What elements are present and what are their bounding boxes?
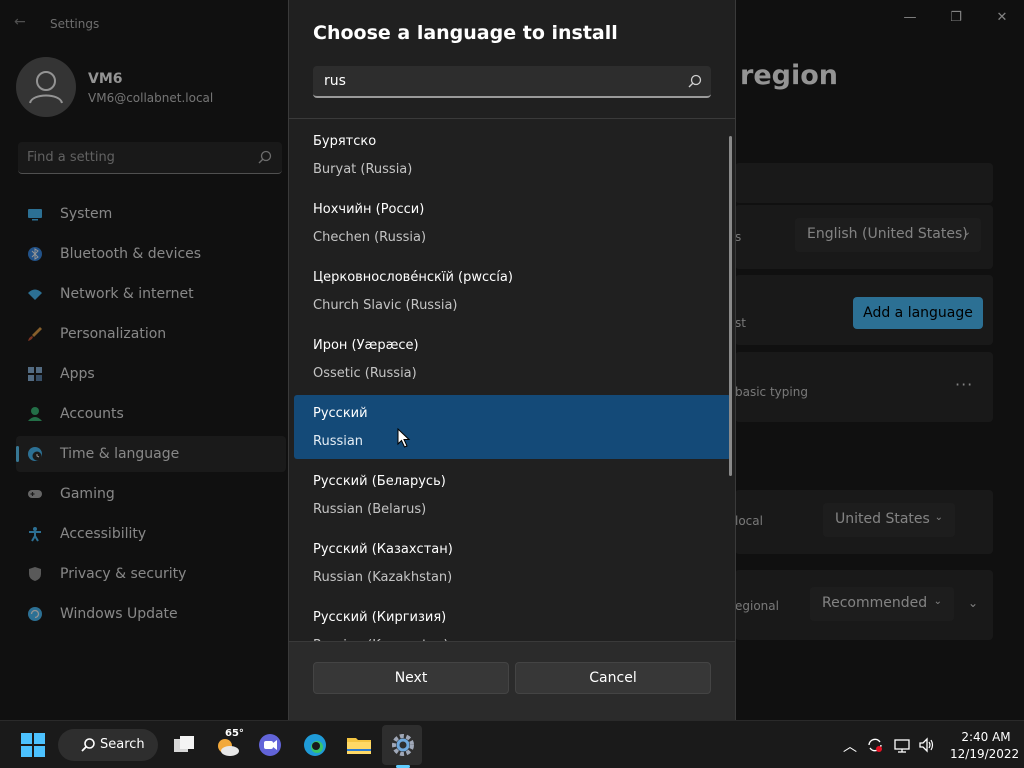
edge-browser-icon[interactable]	[299, 729, 331, 761]
next-button[interactable]: Next	[313, 662, 509, 694]
language-list-item[interactable]: Бурятско Buryat (Russia)	[294, 123, 731, 187]
language-list-item[interactable]: Русский (Казахстан) Russian (Kazakhstan)	[294, 531, 731, 595]
language-native-name: Церковнослове́нскїй (рwссі́а)	[313, 270, 513, 285]
chevron-up-icon[interactable]: ︿	[843, 736, 861, 755]
taskbar-search-button[interactable]: Search	[58, 729, 158, 761]
language-english-name: Church Slavic (Russia)	[313, 298, 458, 313]
chat-icon[interactable]	[254, 729, 286, 761]
search-icon[interactable]	[687, 73, 703, 89]
language-list-item[interactable]: Нохчийн (Росси) Chechen (Russia)	[294, 191, 731, 255]
language-list-item[interactable]: Ирон (Уæрæсе) Ossetic (Russia)	[294, 327, 731, 391]
mouse-cursor-icon	[397, 428, 411, 448]
cancel-button[interactable]: Cancel	[515, 662, 711, 694]
sync-icon[interactable]	[866, 736, 884, 754]
language-list-item[interactable]: Русский Russian	[294, 395, 731, 459]
start-icon[interactable]	[17, 729, 49, 761]
weather-temperature: 65°	[225, 728, 244, 739]
language-english-name: Buryat (Russia)	[313, 162, 413, 177]
taskbar-search-label: Search	[100, 737, 145, 752]
language-english-name: Russian	[313, 434, 364, 449]
clock-date[interactable]: 12/19/2022	[950, 747, 1019, 761]
network-icon[interactable]	[893, 736, 911, 754]
language-english-name: Russian (Belarus)	[313, 502, 427, 517]
language-search-input[interactable]	[313, 66, 673, 96]
language-native-name: Ирон (Уæрæсе)	[313, 338, 419, 353]
language-list-item[interactable]: Русский (Киргизия)Russian (Kyrgyzstan)	[294, 599, 731, 641]
language-english-name: Chechen (Russia)	[313, 230, 427, 245]
gear-icon[interactable]	[387, 729, 419, 761]
language-native-name: Русский	[313, 406, 368, 421]
language-search-box	[313, 66, 711, 98]
language-list: Бурятско Buryat (Russia) Нохчийн (Росси) Ch…	[289, 119, 735, 641]
language-english-name: Russian (Kazakhstan)	[313, 570, 453, 585]
list-scrollbar[interactable]	[729, 136, 732, 476]
language-list-item[interactable]: Церковнослове́нскїй (рwссі́а) Church Slav…	[294, 259, 731, 323]
language-native-name: Нохчийн (Росси)	[313, 202, 425, 217]
language-list-item[interactable]: Русский (Беларусь) Russian (Belarus)	[294, 463, 731, 527]
taskbar: Search 65° ︿ 2:40 AM 12/19/2022	[0, 720, 1024, 768]
language-native-name: Русский (Киргизия)	[313, 610, 447, 625]
screen: ← Settings — ❐ ✕ VM6 VM6@collabnet.local…	[0, 0, 1024, 768]
language-native-name: Русский (Казахстан)	[313, 542, 453, 557]
file-explorer-icon[interactable]	[343, 729, 375, 761]
language-english-name: Ossetic (Russia)	[313, 366, 417, 381]
volume-icon[interactable]	[918, 736, 936, 754]
language-native-name: Бурятско	[313, 134, 377, 149]
clock-time[interactable]: 2:40 AM	[956, 730, 1016, 744]
dialog-footer: Next Cancel	[289, 642, 735, 720]
task-view-icon[interactable]	[168, 729, 200, 761]
search-icon	[81, 738, 95, 752]
choose-language-dialog: Choose a language to install Бурятско Bur…	[288, 0, 736, 720]
dialog-title: Choose a language to install	[313, 22, 618, 44]
language-native-name: Русский (Беларусь)	[313, 474, 446, 489]
